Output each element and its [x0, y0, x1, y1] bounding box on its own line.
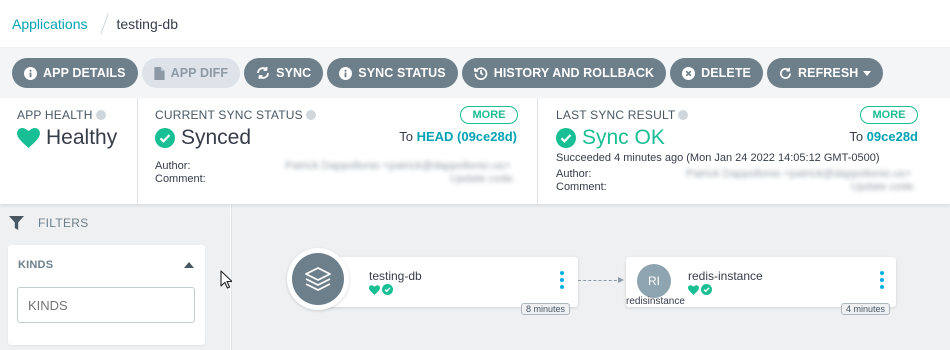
close-circle-icon	[682, 66, 696, 80]
last-sync-label: Sync OK	[582, 126, 665, 149]
app-node-name: testing-db	[369, 269, 422, 283]
current-sync-label: Synced	[181, 126, 252, 149]
breadcrumb-separator	[99, 12, 109, 35]
last-sync-target: To 09ce28d	[849, 129, 918, 144]
heart-icon	[688, 284, 699, 295]
help-icon[interactable]	[95, 110, 106, 120]
help-icon[interactable]	[678, 110, 689, 120]
history-icon	[473, 67, 488, 80]
refresh-button[interactable]: REFRESH	[767, 58, 884, 88]
file-icon	[154, 66, 165, 80]
sync-icon	[257, 67, 270, 79]
app-health-label: Healthy	[46, 126, 118, 149]
breadcrumb-applications-link[interactable]: Applications	[12, 16, 88, 32]
check-circle-icon	[382, 284, 393, 295]
last-sync-more-button[interactable]: MORE	[860, 106, 918, 124]
kinds-title: KINDS	[18, 259, 54, 271]
app-details-button[interactable]: APP DETAILS	[12, 58, 138, 88]
current-sync-more-button[interactable]: MORE	[460, 106, 518, 124]
heart-icon	[17, 128, 40, 148]
sync-label: SYNC	[276, 66, 312, 80]
resource-node-name: redis-instance	[688, 269, 763, 283]
status-panel: APP HEALTH Healthy CURRENT SYNC STATUS M…	[0, 98, 950, 204]
refresh-label: REFRESH	[798, 66, 859, 80]
app-diff-label: APP DIFF	[170, 66, 229, 80]
comment-value: Update code.	[851, 181, 917, 193]
last-sync-to-prefix: To	[849, 129, 864, 144]
author-label: Author:	[556, 168, 592, 180]
history-label: HISTORY AND ROLLBACK	[493, 66, 655, 80]
kebab-menu-icon[interactable]	[560, 271, 564, 289]
layers-icon	[305, 267, 331, 291]
comment-value: Update code.	[450, 173, 516, 185]
sync-status-label: SYNC STATUS	[358, 66, 446, 80]
app-details-label: APP DETAILS	[43, 66, 126, 80]
resource-node-kind-icon: RI	[637, 264, 671, 298]
sync-status-button[interactable]: SYNC STATUS	[327, 58, 458, 88]
current-sync-to-prefix: To	[399, 129, 413, 144]
check-circle-icon	[701, 284, 712, 295]
app-node-icon	[287, 248, 349, 310]
author-value: Patrick Dappollonio <patrick@dappollonio…	[285, 160, 511, 172]
last-sync-section: LAST SYNC RESULT MORE Sync OK To 09ce28d…	[538, 98, 950, 204]
kinds-filter-card: KINDS	[8, 245, 205, 345]
filter-icon	[9, 216, 24, 230]
author-label: Author:	[155, 160, 191, 172]
app-diff-button[interactable]: APP DIFF	[141, 58, 241, 88]
current-sync-section: CURRENT SYNC STATUS MORE Synced To HEAD …	[138, 98, 538, 204]
graph-edge-arrow	[618, 277, 624, 283]
app-health-title: APP HEALTH	[17, 108, 93, 122]
breadcrumb: Applications testing-db	[0, 0, 950, 48]
breadcrumb-current: testing-db	[116, 15, 178, 32]
filters-title: FILTERS	[38, 216, 89, 230]
delete-label: DELETE	[701, 66, 751, 80]
app-node[interactable]: testing-db 8 minutes	[318, 257, 578, 315]
delete-button[interactable]: DELETE	[670, 58, 763, 88]
last-sync-title: LAST SYNC RESULT	[556, 108, 676, 122]
kebab-menu-icon[interactable]	[880, 271, 884, 289]
info-icon	[339, 66, 353, 80]
app-health-status: Healthy	[17, 126, 137, 150]
toolbar: APP DETAILS APP DIFF SYNC SYNC STATUS HI…	[0, 48, 950, 98]
resource-node-age-badge: 4 minutes	[841, 303, 891, 315]
current-sync-title: CURRENT SYNC STATUS	[155, 108, 303, 122]
sync-button[interactable]: SYNC	[244, 58, 324, 88]
author-value: Patrick Dappollonio <patrick@dappollonio…	[686, 168, 912, 180]
current-sync-target: To HEAD (09ce28d)	[399, 129, 517, 144]
check-circle-icon	[155, 128, 175, 148]
app-node-age-badge: 8 minutes	[521, 303, 571, 315]
graph-edge	[578, 280, 622, 281]
app-health-section: APP HEALTH Healthy	[0, 98, 138, 204]
resource-node-kind: redisinstance	[626, 296, 685, 307]
info-icon	[24, 66, 37, 80]
refresh-icon	[780, 67, 791, 79]
mouse-cursor-icon	[220, 270, 232, 289]
kinds-input[interactable]	[17, 287, 195, 323]
comment-label: Comment:	[155, 173, 206, 185]
current-sync-revision-link[interactable]: HEAD (09ce28d)	[417, 129, 517, 144]
heart-icon	[369, 284, 380, 295]
history-and-rollback-button[interactable]: HISTORY AND ROLLBACK	[461, 58, 667, 88]
help-icon[interactable]	[305, 110, 316, 120]
chevron-up-icon[interactable]	[184, 262, 194, 268]
last-sync-succeeded: Succeeded 4 minutes ago (Mon Jan 24 2022…	[556, 152, 880, 164]
chevron-down-icon	[863, 70, 872, 76]
filters-panel: FILTERS KINDS	[0, 204, 230, 350]
last-sync-revision-link[interactable]: 09ce28d	[867, 129, 918, 144]
comment-label: Comment:	[556, 181, 607, 193]
check-circle-icon	[556, 128, 576, 148]
